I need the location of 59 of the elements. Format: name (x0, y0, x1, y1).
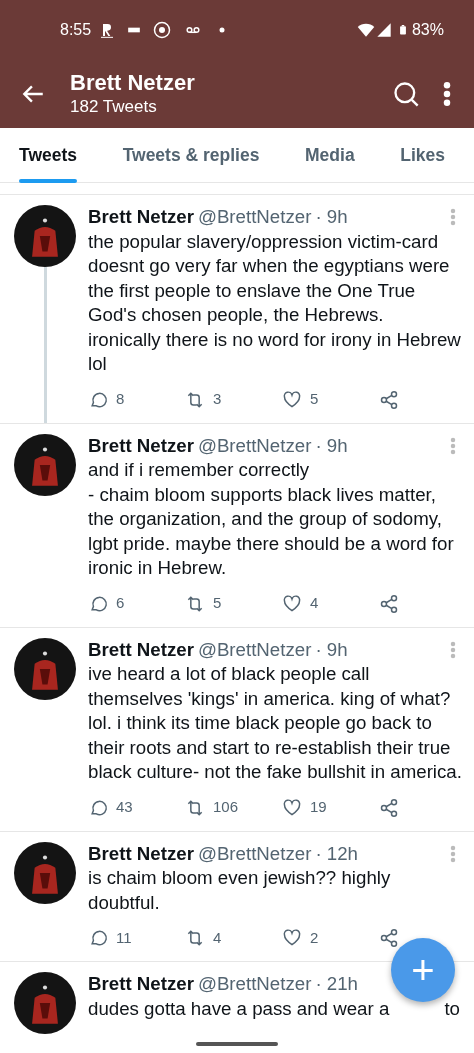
tab[interactable]: Media (305, 128, 355, 183)
author-handle: @BrettNetzer (197, 637, 312, 662)
tweet-text: ive heard a lot of black people call themselves 'kings' in america. king of what? lol. i think its time black people go back to their roots and start to re-establish their true black culture- not the fake bullshit in america. (88, 662, 463, 784)
reply-count: 11 (116, 927, 132, 948)
tweet-text: the popular slavery/oppression victim-card doesnt go very far when the egyptians were the first people to enslave the One True God's chosen people, the Hebrews. ironically there is no word for irony in Hebrew lol (88, 229, 462, 376)
author-name: Brett Netzer (88, 637, 194, 662)
avatar[interactable] (14, 972, 76, 1034)
retweet-count: 3 (213, 389, 222, 410)
author-name: Brett Netzer (88, 205, 194, 229)
author-handle: @BrettNetzer (197, 972, 312, 996)
author-name: Brett Netzer (88, 433, 194, 458)
author-handle: @BrettNetzer (197, 841, 312, 866)
share-icon[interactable] (379, 389, 399, 410)
status-time: 8:55 (60, 20, 92, 40)
share-icon[interactable] (379, 593, 399, 614)
like-icon[interactable] (282, 389, 302, 410)
tweet-time: · 12h (315, 841, 358, 866)
share-icon[interactable] (379, 928, 399, 948)
tweet-count: 182 Tweets (70, 96, 158, 118)
tweet-time: · 21h (315, 972, 358, 996)
battery-level: 83% (411, 20, 444, 40)
tweet-text: is chaim bloom even jewish?? highly doubtful. (88, 866, 392, 915)
dot-icon (219, 27, 226, 33)
signal-icon (375, 21, 392, 39)
reply-count: 8 (116, 389, 125, 410)
reply-icon[interactable] (88, 928, 108, 948)
tab[interactable]: Tweets (19, 128, 78, 183)
avatar[interactable] (14, 637, 76, 700)
retweet-count: 106 (213, 797, 239, 818)
tweet-time: · 9h (315, 205, 348, 229)
like-count: 19 (310, 797, 327, 818)
author-name: Brett Netzer (88, 972, 194, 996)
avatar[interactable] (14, 205, 76, 267)
author-name: Brett Netzer (88, 841, 194, 866)
avatar[interactable] (14, 433, 76, 496)
like-count: 2 (310, 927, 319, 948)
tweet-text: and if i remember correctly - chaim bloom supports black lives matter, the organization, and the group of sodomy, lgbt pride. maybe there should be a word for ironic in Hebrew. (88, 458, 455, 580)
author-handle: @BrettNetzer (197, 205, 312, 229)
search-icon[interactable] (392, 80, 420, 108)
retweet-count: 5 (213, 593, 222, 614)
tweet-time: · 9h (315, 637, 348, 662)
tab[interactable]: Tweets & replies (122, 128, 260, 183)
like-icon[interactable] (282, 928, 302, 948)
reply-count: 43 (116, 797, 133, 818)
retweet-icon[interactable] (185, 928, 205, 948)
like-count: 4 (310, 593, 319, 614)
tab[interactable]: Likes (400, 128, 445, 183)
like-icon[interactable] (282, 797, 302, 818)
wifi-icon (355, 21, 376, 39)
tweet-time: · 9h (315, 433, 348, 458)
tweet-text: dudes gotta have a pass and wear a (88, 996, 390, 1021)
like-count: 5 (310, 389, 319, 410)
reply-count: 6 (116, 593, 125, 614)
share-icon[interactable] (379, 797, 399, 818)
like-icon[interactable] (282, 593, 302, 614)
avatar[interactable] (14, 841, 76, 904)
author-handle: @BrettNetzer (197, 433, 312, 458)
profile-name: Brett Netzer (70, 70, 196, 96)
retweet-count: 4 (213, 927, 222, 948)
